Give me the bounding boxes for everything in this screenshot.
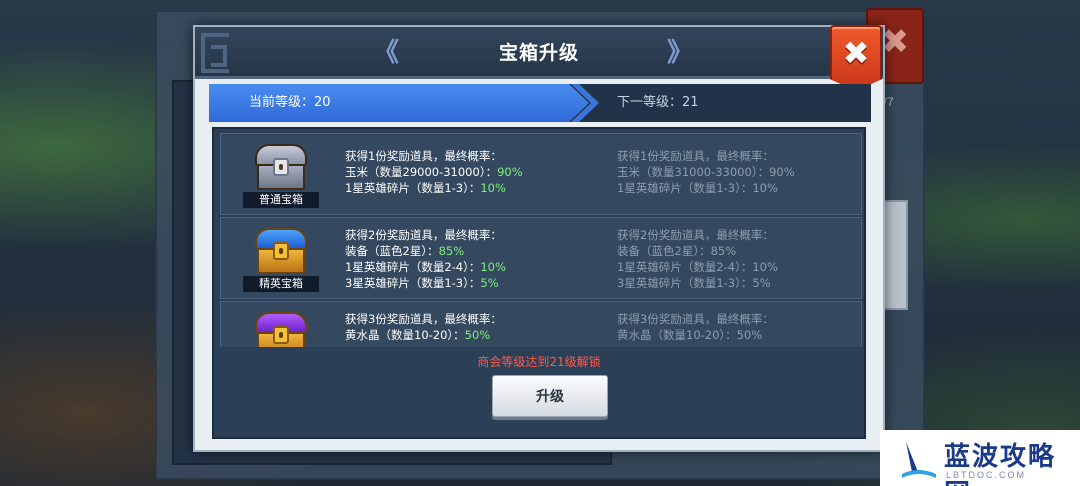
reward-rate: 10% — [480, 260, 506, 274]
current-rewards: 获得3份奖励道具，最终概率： 黄水晶（数量10-20）：50% — [345, 311, 502, 343]
level-bar: 当前等级：20 下一等级：21 — [209, 84, 871, 122]
reward-item: 1星英雄碎片（数量1-3）：10% — [345, 181, 506, 195]
unlock-requirement-note: 商会等级达到21级解锁 — [477, 355, 601, 369]
dialog-title: 宝箱升级 — [498, 42, 579, 64]
reward-item: 黄水晶（数量10-20）：50% — [345, 328, 491, 342]
reward-rate: 50% — [464, 328, 491, 342]
reward-rate: 90% — [769, 165, 795, 179]
reward-rate: 85% — [438, 244, 465, 258]
reward-rate: 5% — [480, 276, 499, 290]
reward-item: 3星英雄碎片（数量1-3）：5% — [345, 276, 499, 290]
dialog-header: 《 宝箱升级 》 — [195, 27, 883, 79]
next-rewards: 获得3份奖励道具，最终概率： 黄水晶（数量10-20）：50% — [617, 311, 774, 343]
chest-label: 普通宝箱 — [243, 192, 319, 208]
reward-item: 玉米（数量29000-31000）：90% — [345, 165, 523, 179]
reward-item: 1星英雄碎片（数量1-3）：10% — [617, 181, 778, 195]
silver-chest-icon: 普通宝箱 — [243, 140, 319, 210]
reward-rate: 10% — [752, 260, 778, 274]
close-button[interactable]: ✖ — [830, 25, 882, 91]
reward-rate: 10% — [480, 181, 506, 195]
next-level-label: 下一等级：21 — [617, 95, 699, 110]
watermark: 蓝波攻略网 LBTDOC.COM — [880, 430, 1080, 486]
reward-item: 玉米（数量31000-33000）：90% — [617, 165, 795, 179]
reward-item: 黄水晶（数量10-20）：50% — [617, 328, 763, 342]
purple-chest-icon — [243, 308, 319, 347]
chest-row-elite: 精英宝箱 获得2份奖励道具，最终概率： 装备（蓝色2星）：85% 1星英雄碎片（… — [220, 217, 862, 299]
reward-header: 获得1份奖励道具，最终概率： — [617, 149, 774, 163]
chest-row-normal: 普通宝箱 获得1份奖励道具，最终概率： 玉米（数量29000-31000）：90… — [220, 133, 862, 215]
reward-header: 获得1份奖励道具，最终概率： — [345, 149, 502, 163]
watermark-logo-icon — [902, 442, 936, 478]
next-arrow-button[interactable]: 》 — [665, 39, 695, 67]
reward-item: 装备（蓝色2星）：85% — [345, 244, 465, 258]
chest-list[interactable]: 普通宝箱 获得1份奖励道具，最终概率： 玉米（数量29000-31000）：90… — [220, 133, 862, 347]
next-rewards: 获得2份奖励道具，最终概率： 装备（蓝色2星）：85% 1星英雄碎片（数量2-4… — [617, 227, 778, 291]
current-level-label: 当前等级：20 — [249, 95, 331, 110]
reward-item: 1星英雄碎片（数量2-4）：10% — [345, 260, 506, 274]
reward-header: 获得2份奖励道具，最终概率： — [345, 228, 502, 242]
chest-upgrade-dialog: 《 宝箱升级 》 ✖ 当前等级：20 下一等级：21 普通宝箱 获得1份奖励道具… — [193, 25, 885, 452]
reward-header: 获得3份奖励道具，最终概率： — [345, 312, 502, 326]
reward-item: 3星英雄碎片（数量1-3）：5% — [617, 276, 771, 290]
close-icon: ✖ — [842, 34, 870, 72]
next-rewards: 获得1份奖励道具，最终概率： 玉米（数量31000-33000）：90% 1星英… — [617, 148, 795, 196]
reward-item: 装备（蓝色2星）：85% — [617, 244, 737, 258]
blue-chest-icon: 精英宝箱 — [243, 224, 319, 294]
reward-rate: 50% — [736, 328, 763, 342]
reward-rate: 90% — [497, 165, 523, 179]
reward-item: 1星英雄碎片（数量2-4）：10% — [617, 260, 778, 274]
current-rewards: 获得1份奖励道具，最终概率： 玉米（数量29000-31000）：90% 1星英… — [345, 148, 523, 196]
reward-rate: 10% — [752, 181, 778, 195]
current-rewards: 获得2份奖励道具，最终概率： 装备（蓝色2星）：85% 1星英雄碎片（数量2-4… — [345, 227, 506, 291]
reward-header: 获得2份奖励道具，最终概率： — [617, 228, 774, 242]
reward-rate: 85% — [710, 244, 737, 258]
reward-rate: 5% — [752, 276, 771, 290]
chest-row-legend: 获得3份奖励道具，最终概率： 黄水晶（数量10-20）：50% 获得3份奖励道具… — [220, 301, 862, 347]
chest-label: 精英宝箱 — [243, 276, 319, 292]
chest-content-panel: 普通宝箱 获得1份奖励道具，最终概率： 玉米（数量29000-31000）：90… — [212, 127, 866, 439]
reward-header: 获得3份奖励道具，最终概率： — [617, 312, 774, 326]
upgrade-button[interactable]: 升级 — [492, 375, 608, 417]
watermark-subtitle: LBTDOC.COM — [946, 470, 1027, 480]
